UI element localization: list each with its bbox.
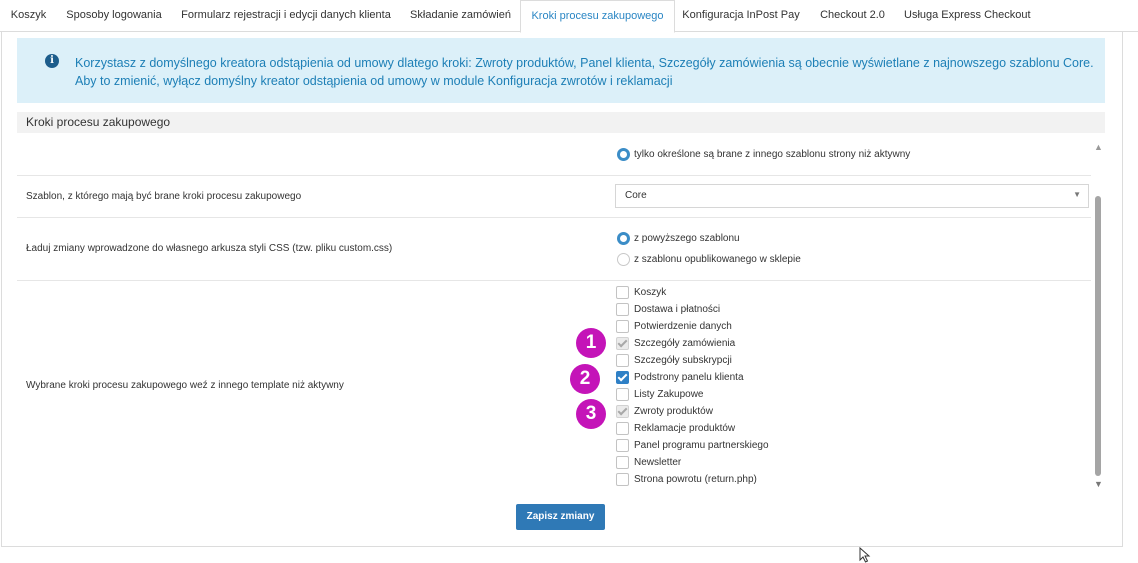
scrollbar[interactable]: ▲ ▼: [1092, 142, 1104, 492]
checkbox[interactable]: [616, 473, 629, 486]
checkbox-label: Podstrony panelu klienta: [634, 372, 744, 383]
checkbox[interactable]: [616, 422, 629, 435]
tab-checkout-2[interactable]: Checkout 2.0: [819, 0, 886, 32]
radio-label: tylko określone są brane z innego szablo…: [634, 149, 911, 160]
tab-express-checkout[interactable]: Usługa Express Checkout: [904, 0, 1031, 32]
checkbox-label: Potwierdzenie danych: [634, 321, 732, 332]
alert-message: Korzystasz z domyślnego kreatora odstąpi…: [75, 56, 1094, 88]
checkbox-label: Reklamacje produktów: [634, 423, 736, 434]
template-label: Szablon, z którego mają być brane kroki …: [26, 191, 302, 202]
radio-button[interactable]: [617, 253, 630, 266]
scroll-down-arrow-icon[interactable]: ▼: [1094, 479, 1103, 489]
section-header: Kroki procesu zakupowego: [17, 112, 1105, 133]
tab-konfiguracja-inpost-pay[interactable]: Konfiguracja InPost Pay: [682, 0, 800, 32]
css-label: Ładuj zmiany wprowadzone do własnego ark…: [26, 243, 393, 254]
tab-koszyk[interactable]: Koszyk: [10, 0, 47, 32]
tab-formularz-rejestracji[interactable]: Formularz rejestracji i edycji danych kl…: [181, 0, 391, 32]
scrollbar-thumb[interactable]: [1095, 196, 1101, 476]
checkbox[interactable]: [616, 320, 629, 333]
radio-label: z szablonu opublikowanego w sklepie: [634, 254, 801, 265]
row-divider: [17, 175, 1091, 176]
annotation-badge-1: 1: [576, 328, 606, 358]
checkbox[interactable]: [616, 388, 629, 401]
tab-kroki-procesu-zakupowego[interactable]: Kroki procesu zakupowego: [520, 0, 675, 33]
tab-skladanie-zamowien[interactable]: Składanie zamówień: [410, 0, 511, 32]
checkbox-label: Panel programu partnerskiego: [634, 440, 769, 451]
annotation-badge-3: 3: [576, 399, 606, 429]
checkbox-label: Dostawa i płatności: [634, 304, 721, 315]
info-icon: i: [45, 54, 59, 68]
save-button[interactable]: Zapisz zmiany: [516, 504, 605, 530]
checkbox[interactable]: [616, 286, 629, 299]
row-divider: [17, 280, 1091, 281]
checkbox-checked[interactable]: [616, 371, 629, 384]
checkbox[interactable]: [616, 303, 629, 316]
checkbox[interactable]: [616, 354, 629, 367]
section-title: Kroki procesu zakupowego: [26, 115, 171, 129]
checkbox-disabled-checked: [616, 337, 629, 350]
checkbox-label: Listy Zakupowe: [634, 389, 704, 400]
steps-label: Wybrane kroki procesu zakupowego weź z i…: [26, 380, 344, 391]
radio-label: z powyższego szablonu: [634, 233, 740, 244]
checkbox-label: Szczegóły subskrypcji: [634, 355, 732, 366]
template-select[interactable]: Core ▼: [615, 184, 1089, 208]
tab-content-panel: [1, 32, 1123, 547]
chevron-down-icon: ▼: [1073, 190, 1081, 199]
radio-button-checked[interactable]: [617, 148, 630, 161]
checkbox-label: Strona powrotu (return.php): [634, 474, 757, 485]
scroll-up-arrow-icon[interactable]: ▲: [1094, 142, 1103, 152]
checkbox-label: Koszyk: [634, 287, 667, 298]
checkbox-disabled-checked: [616, 405, 629, 418]
checkbox-label: Zwroty produktów: [634, 406, 713, 417]
tab-bar: Koszyk Sposoby logowania Formularz rejes…: [0, 0, 1138, 33]
tab-sposoby-logowania[interactable]: Sposoby logowania: [66, 0, 162, 32]
template-select-value: Core: [625, 190, 647, 201]
row-divider: [17, 217, 1091, 218]
info-alert: i Korzystasz z domyślnego kreatora odstą…: [17, 38, 1105, 103]
checkbox-label: Newsletter: [634, 457, 682, 468]
checkbox-label: Szczegóły zamówienia: [634, 338, 736, 349]
radio-button-checked[interactable]: [617, 232, 630, 245]
checkbox[interactable]: [616, 439, 629, 452]
checkbox[interactable]: [616, 456, 629, 469]
mouse-cursor-icon: [859, 547, 871, 563]
annotation-badge-2: 2: [570, 364, 600, 394]
